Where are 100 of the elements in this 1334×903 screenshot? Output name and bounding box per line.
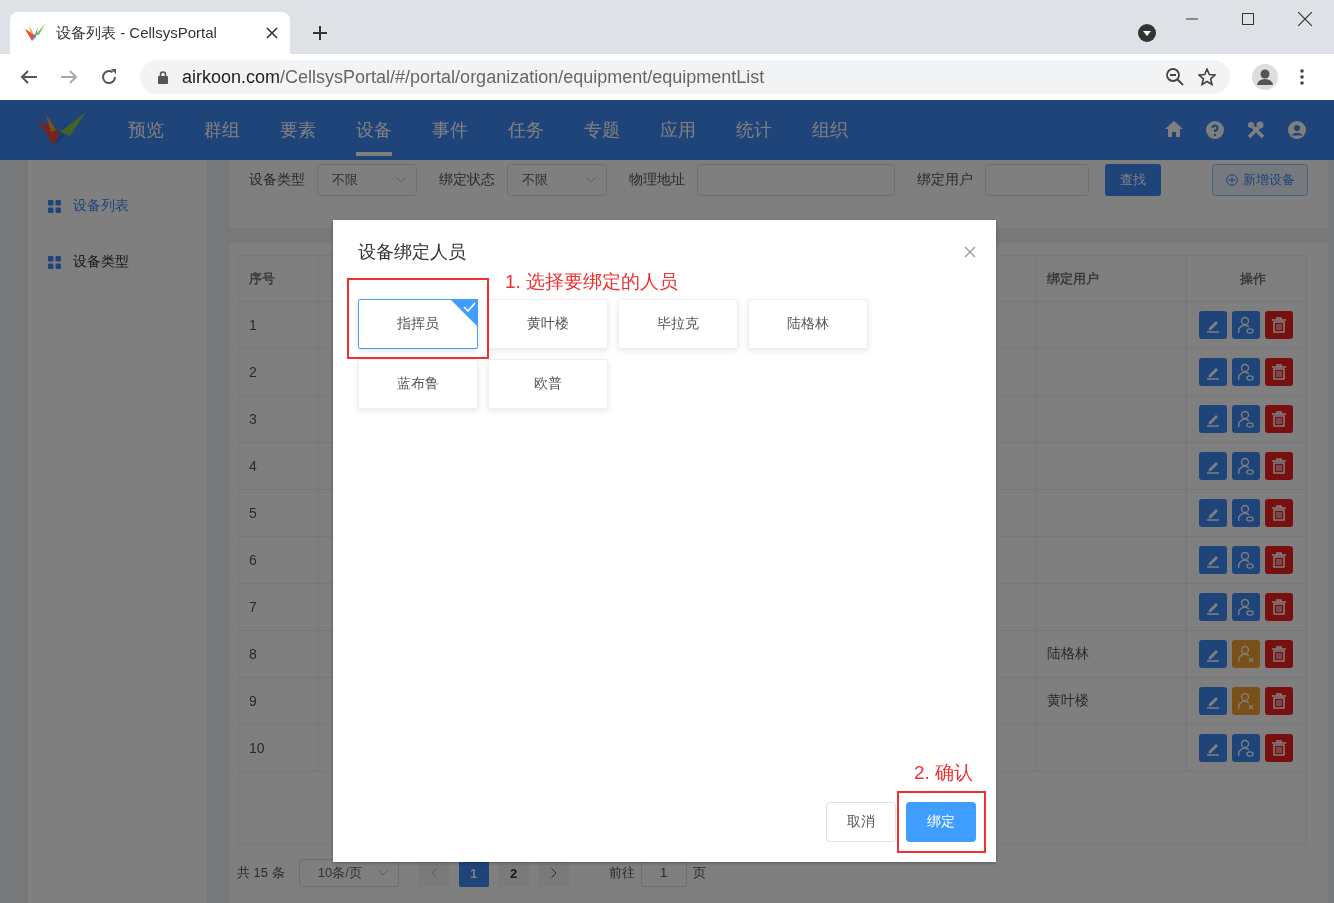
- edit-button[interactable]: [1199, 734, 1227, 762]
- nav-item[interactable]: 统计: [716, 100, 792, 160]
- bind-button[interactable]: [1232, 734, 1260, 762]
- delete-button[interactable]: [1265, 311, 1293, 339]
- close-icon[interactable]: [266, 27, 278, 39]
- edit-button[interactable]: [1199, 311, 1227, 339]
- annotation-text: 1. 选择要绑定的人员: [505, 270, 680, 293]
- select-field[interactable]: 不限: [507, 164, 607, 196]
- nav-item[interactable]: 应用: [640, 100, 716, 160]
- delete-button[interactable]: [1265, 687, 1293, 715]
- unbind-button[interactable]: [1232, 640, 1260, 668]
- person-card[interactable]: 黄叶楼: [488, 299, 608, 349]
- cancel-button[interactable]: 取消: [826, 802, 896, 842]
- search-button[interactable]: 查找: [1105, 164, 1161, 196]
- edit-button[interactable]: [1199, 405, 1227, 433]
- nav-item[interactable]: 任务: [488, 100, 564, 160]
- table-cell: 1: [239, 302, 319, 348]
- person-card[interactable]: 指挥员: [358, 299, 478, 349]
- grid-icon: [48, 199, 61, 213]
- trash-icon: [1272, 411, 1286, 427]
- nav-item[interactable]: 预览: [108, 100, 184, 160]
- filter-label: 绑定用户: [917, 171, 973, 189]
- delete-button[interactable]: [1265, 546, 1293, 574]
- person-card[interactable]: 欧普: [488, 359, 608, 409]
- person-card[interactable]: 陆格林: [748, 299, 868, 349]
- help-icon[interactable]: [1206, 121, 1224, 139]
- reload-icon[interactable]: [100, 68, 118, 86]
- person-card[interactable]: 蓝布鲁: [358, 359, 478, 409]
- trash-icon: [1272, 458, 1286, 474]
- trash-icon: [1272, 693, 1286, 709]
- delete-button[interactable]: [1265, 640, 1293, 668]
- close-icon[interactable]: [1298, 12, 1312, 26]
- annotation-text: 2. 确认: [913, 761, 973, 785]
- trash-icon: [1272, 646, 1286, 662]
- grid-icon: [48, 255, 61, 269]
- back-icon[interactable]: [20, 69, 38, 85]
- nav-item[interactable]: 要素: [260, 100, 336, 160]
- delete-button[interactable]: [1265, 593, 1293, 621]
- table-cell: 9: [239, 678, 319, 724]
- bind-button[interactable]: [1232, 311, 1260, 339]
- edit-button[interactable]: [1199, 687, 1227, 715]
- column-header: 绑定用户: [1037, 256, 1187, 301]
- sidebar-item[interactable]: 设备列表: [73, 197, 129, 215]
- tools-icon[interactable]: [1247, 121, 1265, 139]
- bind-button[interactable]: [1232, 593, 1260, 621]
- bind-button[interactable]: [1232, 452, 1260, 480]
- bind-button[interactable]: [1232, 405, 1260, 433]
- edit-button[interactable]: [1199, 358, 1227, 386]
- nav-item[interactable]: 组织: [792, 100, 868, 160]
- profile-icon[interactable]: [1252, 64, 1278, 90]
- bind-button[interactable]: [1232, 546, 1260, 574]
- filter-label: 绑定状态: [439, 171, 495, 189]
- user-icon[interactable]: [1288, 121, 1306, 139]
- trash-icon: [1272, 599, 1286, 615]
- address-bar[interactable]: airkoon.com/CellsysPortal/#/portal/organization/equipment/equipmentList: [140, 60, 1230, 94]
- delete-button[interactable]: [1265, 499, 1293, 527]
- delete-button[interactable]: [1265, 405, 1293, 433]
- forward-icon[interactable]: [60, 69, 78, 85]
- bind-button[interactable]: [1232, 499, 1260, 527]
- new-tab-icon[interactable]: [312, 25, 328, 41]
- delete-button[interactable]: [1265, 452, 1293, 480]
- table-cell: 10: [239, 725, 319, 771]
- edit-button[interactable]: [1199, 593, 1227, 621]
- dialog-title: 设备绑定人员: [358, 241, 466, 264]
- table-cell: 黄叶楼: [1037, 678, 1187, 724]
- maximize-icon[interactable]: [1242, 13, 1254, 25]
- delete-button[interactable]: [1265, 358, 1293, 386]
- more-icon[interactable]: [1300, 69, 1304, 85]
- table-cell: 5: [239, 490, 319, 536]
- person-cross-icon: [1238, 645, 1254, 663]
- trash-icon: [1272, 317, 1286, 333]
- confirm-button[interactable]: 绑定: [906, 802, 976, 842]
- lock-icon: [158, 70, 168, 84]
- person-card[interactable]: 毕拉克: [618, 299, 738, 349]
- star-icon[interactable]: [1198, 68, 1216, 86]
- edit-button[interactable]: [1199, 546, 1227, 574]
- select-field[interactable]: 不限: [317, 164, 417, 196]
- table-cell: 陆格林: [1037, 631, 1187, 677]
- nav-item[interactable]: 事件: [412, 100, 488, 160]
- dropdown-icon[interactable]: [1138, 24, 1156, 42]
- person-link-icon: [1238, 363, 1254, 381]
- column-header: 序号: [239, 256, 319, 301]
- nav-item[interactable]: 专题: [564, 100, 640, 160]
- check-corner-icon: [450, 299, 478, 327]
- delete-button[interactable]: [1265, 734, 1293, 762]
- browser-tab[interactable]: 设备列表 - CellsysPortal: [10, 12, 290, 54]
- edit-button[interactable]: [1199, 640, 1227, 668]
- chevron-right-icon: [550, 868, 557, 878]
- edit-button[interactable]: [1199, 452, 1227, 480]
- zoom-out-icon[interactable]: [1166, 68, 1184, 86]
- chevron-down-icon: [377, 870, 388, 876]
- person-link-icon: [1238, 598, 1254, 616]
- sidebar-item[interactable]: 设备类型: [73, 253, 129, 271]
- bind-button[interactable]: [1232, 358, 1260, 386]
- unbind-button[interactable]: [1232, 687, 1260, 715]
- edit-button[interactable]: [1199, 499, 1227, 527]
- nav-item[interactable]: 群组: [184, 100, 260, 160]
- add-button[interactable]: 新增设备: [1212, 164, 1308, 196]
- plus-circle-icon: [1225, 174, 1238, 186]
- home-icon[interactable]: [1165, 121, 1183, 137]
